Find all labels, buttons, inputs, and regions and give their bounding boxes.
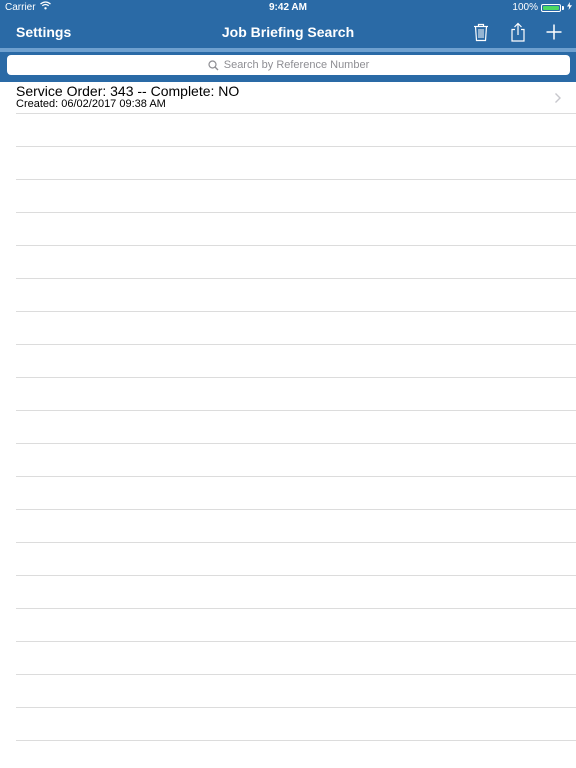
- empty-row: [16, 279, 576, 312]
- battery-tip: [562, 6, 564, 10]
- status-time: 9:42 AM: [269, 2, 307, 13]
- empty-row: [16, 609, 576, 642]
- empty-row: [16, 411, 576, 444]
- empty-row: [16, 147, 576, 180]
- search-bar: Search by Reference Number: [0, 48, 576, 82]
- empty-row: [16, 213, 576, 246]
- empty-row: [16, 180, 576, 213]
- trash-icon: [474, 23, 488, 42]
- nav-bar: Settings Job Briefing Search: [0, 16, 576, 48]
- status-bar: Carrier 9:42 AM 100%: [0, 0, 576, 16]
- search-placeholder: Search by Reference Number: [223, 59, 370, 71]
- list-item-title: Service Order: 343 -- Complete: NO: [16, 83, 240, 99]
- charging-icon: [567, 0, 572, 16]
- empty-row: [16, 246, 576, 279]
- results-list: Service Order: 343 -- Complete: NO Creat…: [0, 82, 576, 768]
- share-icon: [511, 22, 525, 42]
- empty-row: [16, 345, 576, 378]
- empty-row: [16, 477, 576, 510]
- search-input[interactable]: Search by Reference Number: [7, 55, 570, 75]
- empty-row: [16, 675, 576, 708]
- app-screen: Carrier 9:42 AM 100% Settings Job Briefi…: [0, 0, 576, 768]
- battery-icon: [541, 4, 561, 12]
- status-battery: 100%: [512, 0, 572, 16]
- empty-row: [16, 576, 576, 609]
- chevron-right-icon: [554, 92, 562, 104]
- add-button[interactable]: [543, 21, 565, 43]
- settings-button[interactable]: Settings: [16, 16, 71, 48]
- header: Carrier 9:42 AM 100% Settings Job Briefi…: [0, 0, 576, 48]
- empty-row: [16, 708, 576, 741]
- empty-row: [16, 114, 576, 147]
- empty-row: [16, 312, 576, 345]
- list-item[interactable]: Service Order: 343 -- Complete: NO Creat…: [16, 82, 576, 114]
- plus-icon: [546, 24, 562, 40]
- battery-percent: 100%: [512, 2, 538, 13]
- empty-row: [16, 642, 576, 675]
- empty-row: [16, 378, 576, 411]
- delete-button[interactable]: [470, 21, 492, 43]
- empty-row: [16, 510, 576, 543]
- battery-level: [543, 6, 559, 10]
- share-button[interactable]: [507, 21, 529, 43]
- empty-row: [16, 444, 576, 477]
- list-item-subtitle: Created: 06/02/2017 09:38 AM: [16, 98, 166, 110]
- search-icon: [208, 59, 219, 70]
- empty-row: [16, 543, 576, 576]
